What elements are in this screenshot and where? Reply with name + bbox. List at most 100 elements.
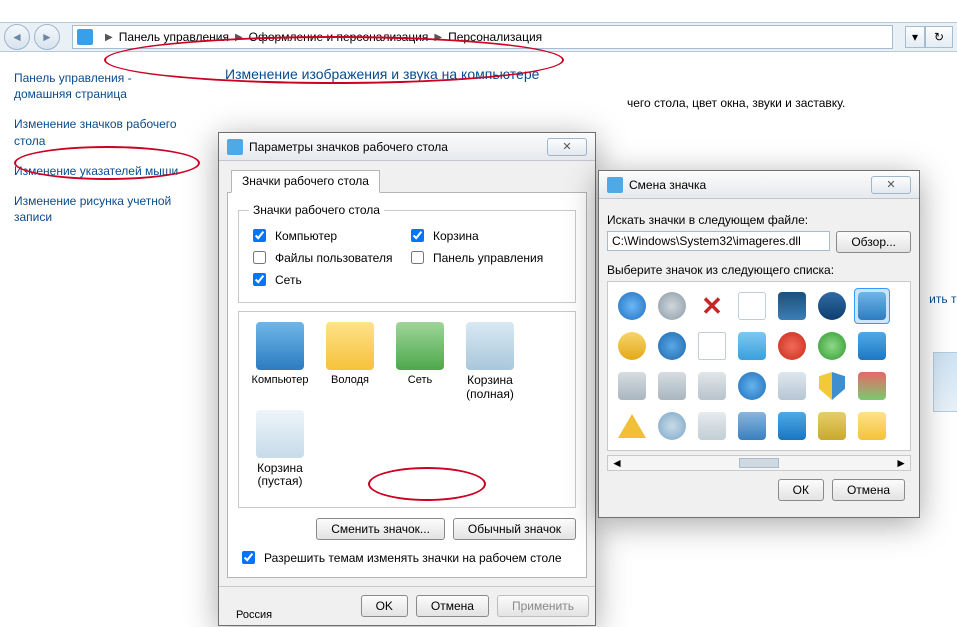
refresh-button[interactable]: ↻ bbox=[925, 26, 953, 48]
page-icon[interactable] bbox=[694, 328, 730, 364]
help-icon[interactable] bbox=[654, 328, 690, 364]
horizontal-scrollbar[interactable]: ◄ ► bbox=[607, 455, 911, 471]
checkbox-input[interactable] bbox=[253, 251, 266, 264]
checkbox-network[interactable]: Сеть bbox=[249, 270, 407, 289]
checkbox-input[interactable] bbox=[411, 229, 424, 242]
checkbox-recycle-bin[interactable]: Корзина bbox=[407, 226, 565, 245]
printer-icon[interactable] bbox=[694, 368, 730, 404]
ok-button[interactable]: ОК bbox=[778, 479, 824, 501]
group-desktop-icons: Значки рабочего стола Компьютер Файлы по… bbox=[238, 203, 576, 303]
computer-icon[interactable] bbox=[854, 288, 890, 324]
delete-x-icon[interactable]: ✕ bbox=[694, 288, 730, 324]
nav-back-button[interactable]: ◄ bbox=[4, 24, 30, 50]
checkbox-input[interactable] bbox=[253, 273, 266, 286]
change-icon-button[interactable]: Сменить значок... bbox=[316, 518, 445, 540]
dialog-icon bbox=[607, 177, 623, 193]
address-dropdown-button[interactable]: ▾ bbox=[905, 26, 925, 48]
desktop-icon-recycle-empty[interactable]: Корзина(пустая) bbox=[245, 410, 315, 490]
checkbox-label: Разрешить темам изменять значки на рабоч… bbox=[264, 551, 562, 565]
sidebar-label: Изменение указателей мыши bbox=[14, 164, 178, 178]
desktop-icon-network[interactable]: Сеть bbox=[385, 322, 455, 402]
dialog-titlebar[interactable]: Смена значка ✕ bbox=[599, 171, 919, 199]
checkbox-input[interactable] bbox=[253, 229, 266, 242]
apply-button[interactable]: Применить bbox=[497, 595, 589, 617]
breadcrumb[interactable]: ▶ Панель управления ▶ Оформление и персо… bbox=[72, 25, 893, 49]
icon-path-input[interactable] bbox=[607, 231, 830, 251]
browse-button[interactable]: Обзор... bbox=[836, 231, 911, 253]
sidebar-link-mouse-pointers[interactable]: Изменение указателей мыши bbox=[14, 163, 191, 179]
chevron-right-icon: ▶ bbox=[434, 32, 442, 43]
checkbox-input[interactable] bbox=[411, 251, 424, 264]
error-icon[interactable] bbox=[774, 328, 810, 364]
checkbox-label: Сеть bbox=[275, 273, 302, 287]
shield-icon[interactable] bbox=[814, 368, 850, 404]
screen-icon[interactable] bbox=[854, 328, 890, 364]
disc-icon[interactable] bbox=[654, 288, 690, 324]
folder3-icon[interactable] bbox=[854, 408, 890, 444]
dialog-title: Параметры значков рабочего стола bbox=[249, 140, 547, 154]
drive2-icon[interactable] bbox=[654, 368, 690, 404]
lock-icon[interactable] bbox=[814, 288, 850, 324]
monitor-icon[interactable] bbox=[774, 288, 810, 324]
checkbox-computer[interactable]: Компьютер bbox=[249, 226, 407, 245]
display-icon[interactable] bbox=[734, 328, 770, 364]
cancel-button[interactable]: Отмена bbox=[416, 595, 489, 617]
sidebar-label: Панель управления - bbox=[14, 70, 191, 86]
folder2-icon[interactable] bbox=[694, 408, 730, 444]
dialog-title: Смена значка bbox=[629, 178, 871, 192]
truncated-link[interactable]: ить те bbox=[929, 292, 957, 306]
dialog-icon bbox=[227, 139, 243, 155]
icon-grid[interactable]: ✕ bbox=[607, 281, 911, 451]
desktop-icon-user-folder[interactable]: Володя bbox=[315, 322, 385, 402]
computer-icon bbox=[256, 322, 304, 370]
tab-desktop-icons[interactable]: Значки рабочего стола bbox=[231, 170, 380, 193]
panel-icon[interactable] bbox=[734, 408, 770, 444]
key-icon[interactable] bbox=[614, 328, 650, 364]
sidebar-link-desktop-icons[interactable]: Изменение значков рабочего стола bbox=[14, 116, 191, 148]
nav-forward-button[interactable]: ► bbox=[34, 24, 60, 50]
folder-icon bbox=[326, 322, 374, 370]
tab-strip: Значки рабочего стола bbox=[227, 169, 587, 193]
warning-icon[interactable] bbox=[614, 408, 650, 444]
default-icon-button[interactable]: Обычный значок bbox=[453, 518, 576, 540]
sidebar-label: Изменение рисунка учетной bbox=[14, 193, 191, 209]
dialog-titlebar[interactable]: Параметры значков рабочего стола ✕ bbox=[219, 133, 595, 161]
checkbox-input[interactable] bbox=[242, 551, 255, 564]
drive-icon[interactable] bbox=[614, 368, 650, 404]
breadcrumb-appearance[interactable]: Оформление и персонализация bbox=[249, 30, 429, 44]
sidebar-link-account-picture[interactable]: Изменение рисунка учетной записи bbox=[14, 193, 191, 225]
app-icon[interactable] bbox=[854, 368, 890, 404]
sidebar: Панель управления - домашняя страница Из… bbox=[0, 52, 205, 605]
checkbox-control-panel[interactable]: Панель управления bbox=[407, 248, 565, 267]
users-icon[interactable] bbox=[654, 408, 690, 444]
document-icon[interactable] bbox=[734, 288, 770, 324]
network-icon bbox=[396, 322, 444, 370]
scrollbar-thumb[interactable] bbox=[739, 458, 779, 468]
close-button[interactable]: ✕ bbox=[871, 176, 911, 194]
address-bar: ◄ ► ▶ Панель управления ▶ Оформление и п… bbox=[0, 22, 957, 52]
sidebar-label: записи bbox=[14, 209, 191, 225]
check-icon[interactable] bbox=[814, 328, 850, 364]
icon-label: Корзина(пустая) bbox=[245, 462, 315, 490]
window-icon[interactable] bbox=[774, 408, 810, 444]
checkbox-label: Компьютер bbox=[275, 229, 337, 243]
icon-label: Корзина(полная) bbox=[455, 374, 525, 402]
misc-icon[interactable] bbox=[814, 408, 850, 444]
sidebar-link-home[interactable]: Панель управления - домашняя страница bbox=[14, 70, 191, 102]
search-icon[interactable] bbox=[774, 368, 810, 404]
ok-button[interactable]: OK bbox=[361, 595, 408, 617]
info-icon[interactable] bbox=[614, 288, 650, 324]
close-button[interactable]: ✕ bbox=[547, 138, 587, 156]
location-icon bbox=[77, 29, 93, 45]
desktop-icon-computer[interactable]: Компьютер bbox=[245, 322, 315, 402]
desktop-icon-recycle-full[interactable]: Корзина(полная) bbox=[455, 322, 525, 402]
search-label: Искать значки в следующем файле: bbox=[607, 213, 911, 227]
cancel-button[interactable]: Отмена bbox=[832, 479, 905, 501]
question-icon[interactable] bbox=[734, 368, 770, 404]
checkbox-label: Панель управления bbox=[433, 251, 543, 265]
breadcrumb-control-panel[interactable]: Панель управления bbox=[119, 30, 229, 44]
breadcrumb-personalization[interactable]: Персонализация bbox=[448, 30, 542, 44]
recycle-full-icon bbox=[466, 322, 514, 370]
checkbox-user-files[interactable]: Файлы пользователя bbox=[249, 248, 407, 267]
checkbox-allow-themes[interactable]: Разрешить темам изменять значки на рабоч… bbox=[238, 548, 576, 567]
